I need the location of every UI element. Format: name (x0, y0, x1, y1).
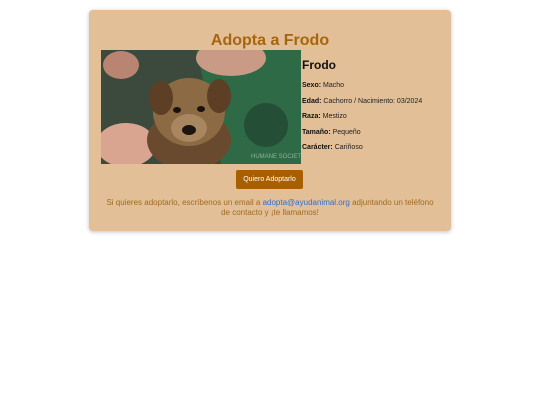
contact-text-before: Si quieres adoptarlo, escríbenos un emai… (106, 198, 261, 207)
pet-card: Adopta a Frodo HUMANE SOCIETY Frodo Sexo… (89, 10, 451, 231)
contact-text: Si quieres adoptarlo, escríbenos un emai… (101, 198, 439, 218)
detail-value: Macho (323, 82, 345, 89)
detail-label: Sexo: (302, 82, 322, 89)
detail-sex: Sexo: Macho (302, 81, 447, 90)
detail-value: Cariñoso (334, 144, 363, 151)
detail-age: Edad: Cachorro / Nacimiento: 03/2024 (302, 97, 447, 106)
detail-label: Raza: (302, 113, 321, 120)
detail-breed: Raza: Mestizo (302, 112, 447, 121)
svg-text:HUMANE SOCIETY: HUMANE SOCIETY (251, 154, 301, 160)
contact-email-link[interactable]: adopta@ayudanimal.org (263, 198, 350, 207)
detail-label: Carácter: (302, 144, 333, 151)
detail-label: Tamaño: (302, 128, 331, 136)
detail-label: Edad: (302, 97, 322, 105)
detail-value: Mestizo (322, 113, 347, 120)
adopt-button[interactable]: Quiero Adoptarlo (236, 170, 303, 189)
detail-value: Pequeño (332, 128, 361, 136)
pet-name: Frodo (302, 58, 336, 72)
detail-size: Tamaño: Pequeño (302, 128, 447, 137)
pet-photo: HUMANE SOCIETY (101, 50, 301, 164)
pet-info: Frodo Sexo: Macho Edad: Cachorro / Nacim… (302, 58, 447, 159)
detail-value: Cachorro / Nacimiento: 03/2024 (323, 97, 423, 105)
page-title: Adopta a Frodo (210, 32, 330, 49)
detail-character: Carácter: Cariñoso (302, 143, 447, 152)
